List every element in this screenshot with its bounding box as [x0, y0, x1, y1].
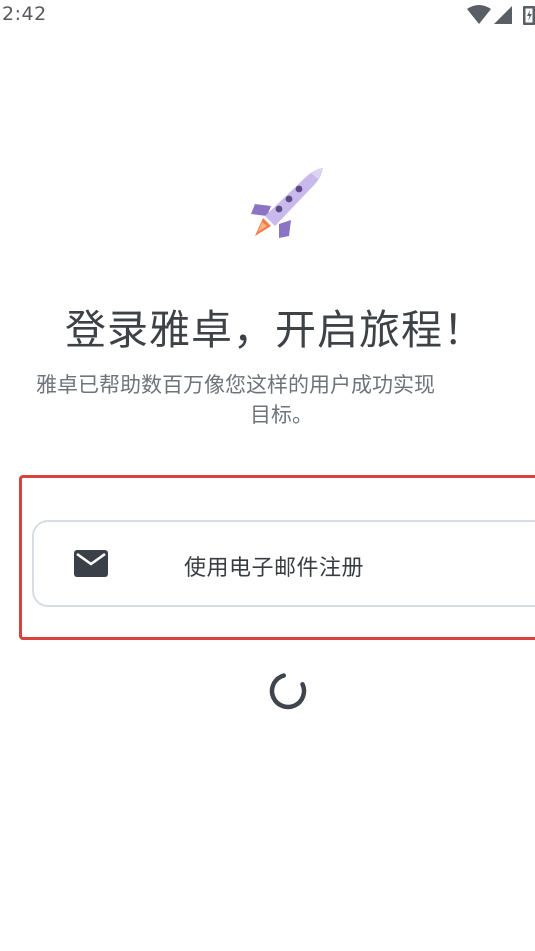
status-time: 2:42 [2, 3, 47, 25]
page-title: 登录雅卓，开启旅程！ [65, 306, 485, 354]
email-signup-button[interactable]: 使用电子邮件注册 [32, 520, 535, 607]
email-signup-label: 使用电子邮件注册 [184, 556, 365, 581]
wifi-icon [467, 5, 491, 24]
subtitle-line-2: 目标。 [250, 403, 313, 427]
rocket-icon [249, 166, 327, 240]
subtitle-line-1: 雅卓已帮助数百万像您这样的用户成功实现 [36, 373, 435, 397]
battery-icon [523, 6, 535, 25]
login-screen: 2:42 登录雅卓，开启旅程！ 雅卓已帮助数百万像您这样的用户成功实现 目标。 … [0, 0, 535, 951]
mail-icon [74, 550, 108, 577]
status-icons [466, 4, 535, 26]
spinner-icon [267, 670, 309, 712]
signal-icon [494, 6, 512, 24]
page-subtitle: 雅卓已帮助数百万像您这样的用户成功实现 目标。 [36, 370, 535, 430]
